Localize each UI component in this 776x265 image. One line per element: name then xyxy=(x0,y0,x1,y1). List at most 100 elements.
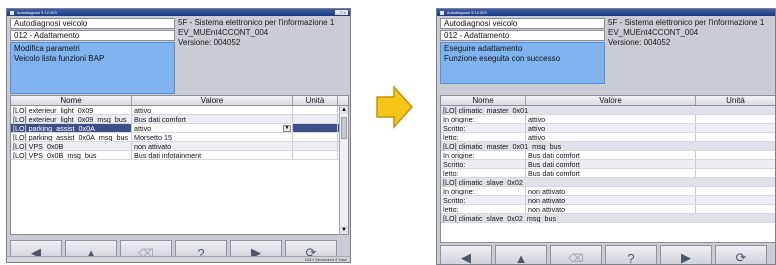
right-result-table: Nome Valore Unità [LO] climatic_master_0… xyxy=(440,95,775,243)
row-unit xyxy=(293,142,338,150)
row-value: Bus dati comfort xyxy=(526,160,696,168)
ecu-name: 5F - Sistema elettronico per l'informazi… xyxy=(178,18,335,27)
row-unit xyxy=(293,124,338,132)
scroll-down-icon[interactable]: ▼ xyxy=(340,226,348,234)
group-row[interactable]: [LO] climatic_slave_0x02_msg_bus xyxy=(441,214,775,223)
forward-button[interactable]: ▶ xyxy=(660,245,712,265)
help-button[interactable]: ? xyxy=(605,245,657,265)
back-button[interactable]: ◀ xyxy=(440,245,492,265)
up-arrow-icon: ▲ xyxy=(514,250,528,265)
row-value: Morsetto 15 xyxy=(132,133,293,141)
row-value: non attivato xyxy=(132,142,293,150)
left-window-title: Autodiagnosi 9.12.003 xyxy=(16,10,57,15)
table-row[interactable]: letto: Bus dati comfort xyxy=(441,169,775,178)
row-unit xyxy=(293,106,338,114)
left-status-bar: 16/5 4 Simulazione 8 Trace xyxy=(7,256,350,262)
table-header: Nome Valore Unità xyxy=(441,96,775,106)
vertical-scrollbar[interactable]: ▲ ▼ xyxy=(339,106,348,234)
back-arrow-icon: ◀ xyxy=(461,250,471,265)
table-row[interactable]: [LO] VPS_0x0B_msg_bus Bus dati infotainm… xyxy=(11,151,348,160)
row-value: Bus dati comfort xyxy=(526,169,696,177)
table-row[interactable]: Scritto: Bus dati comfort xyxy=(441,160,775,169)
table-row[interactable]: letto: non attivato xyxy=(441,205,775,214)
row-unit xyxy=(696,124,775,132)
row-unit xyxy=(696,160,775,168)
ecu-software: EV_MUEnt4CCONT_004 xyxy=(608,28,699,37)
row-value: attivo xyxy=(134,124,152,132)
up-button[interactable]: ▲ xyxy=(495,245,547,265)
table-row[interactable]: letto: attivo xyxy=(441,133,775,142)
row-label: Scritto: xyxy=(441,124,526,132)
col-unita[interactable]: Unità xyxy=(696,96,775,105)
row-value: Bus dati infotainment xyxy=(132,151,293,159)
table-header: Nome Valore Unità xyxy=(11,96,348,106)
header-selected-box[interactable]: Eseguire adattamento Funzione eseguita c… xyxy=(440,42,605,84)
col-nome[interactable]: Nome xyxy=(441,96,526,105)
row-label: Scritto: xyxy=(441,196,526,204)
table-row[interactable]: In origine: Bus dati comfort xyxy=(441,151,775,160)
row-value: Bus dati comfort xyxy=(526,151,696,159)
row-value: attivo xyxy=(526,124,696,132)
group-title: [LO] climatic_slave_0x02_msg_bus xyxy=(443,214,557,222)
row-label: letto: xyxy=(441,169,526,177)
row-name: [LO] parking_assist_0x0A xyxy=(11,124,132,132)
header-box-1[interactable]: Autodiagnosi veicolo xyxy=(440,18,605,29)
row-name: [LO] exterieur_light_0x09 xyxy=(11,106,132,114)
group-title: [LO] climatic_master_0x01 xyxy=(443,106,529,114)
app-icon xyxy=(440,10,444,15)
table-row[interactable]: Scritto: non attivato xyxy=(441,196,775,205)
col-nome[interactable]: Nome xyxy=(11,96,132,105)
row-value: non attivato xyxy=(526,187,696,195)
row-label: letto: xyxy=(441,205,526,213)
scroll-up-icon[interactable]: ▲ xyxy=(340,106,348,114)
chevron-down-icon[interactable]: ▼ xyxy=(283,125,291,132)
table-row[interactable]: In origine: non attivato xyxy=(441,187,775,196)
row-label: In origine: xyxy=(441,187,526,195)
left-title-bar: Autodiagnosi 9.12.003 _ □ × xyxy=(7,9,350,16)
row-unit xyxy=(696,133,775,141)
row-unit xyxy=(696,187,775,195)
table-row[interactable]: [LO] parking_assist_0x0A_msg_bus Morsett… xyxy=(11,133,348,142)
row-unit xyxy=(293,133,338,141)
right-diagnostic-window: Autodiagnosi 9.12.003 Autodiagnosi veico… xyxy=(436,8,776,265)
table-row-selected[interactable]: [LO] parking_assist_0x0A attivo ▼ xyxy=(11,124,348,133)
header-box-2[interactable]: 012 - Adattamento xyxy=(10,30,175,41)
selected-line-1: Eseguire adattamento xyxy=(444,44,523,53)
row-unit xyxy=(696,115,775,123)
left-header-nav: Autodiagnosi veicolo 012 - Adattamento M… xyxy=(10,18,175,95)
row-name: [LO] exterieur_light_0x09_msg_bus xyxy=(11,115,132,123)
group-row[interactable]: [LO] climatic_master_0x01_msg_bus xyxy=(441,142,775,151)
table-row[interactable]: [LO] exterieur_light_0x09 attivo xyxy=(11,106,348,115)
row-unit xyxy=(696,196,775,204)
eraser-button[interactable]: ⌫ xyxy=(550,245,602,264)
header-box-2[interactable]: 012 - Adattamento xyxy=(440,30,605,41)
row-value: non attivato xyxy=(526,196,696,204)
row-value: non attivato xyxy=(526,205,696,213)
window-controls[interactable]: _ □ × xyxy=(334,10,348,15)
row-unit xyxy=(293,115,338,123)
ecu-version: Versione: 004052 xyxy=(608,38,671,47)
header-selected-box[interactable]: Modifica parametri Veicolo lista funzion… xyxy=(10,42,175,94)
col-unita[interactable]: Unità xyxy=(293,96,338,105)
selected-line-2: Funzione eseguita con successo xyxy=(444,54,561,63)
row-label: letto: xyxy=(441,133,526,141)
group-title: [LO] climatic_master_0x01_msg_bus xyxy=(443,142,562,150)
scroll-thumb[interactable] xyxy=(341,117,347,139)
header-box-1[interactable]: Autodiagnosi veicolo xyxy=(10,18,175,29)
group-row[interactable]: [LO] climatic_slave_0x02 xyxy=(441,178,775,187)
row-unit xyxy=(696,169,775,177)
value-dropdown[interactable]: attivo ▼ xyxy=(132,124,293,132)
group-row[interactable]: [LO] climatic_master_0x01 xyxy=(441,106,775,115)
col-valore[interactable]: Valore xyxy=(132,96,293,105)
table-row[interactable]: Scritto: attivo xyxy=(441,124,775,133)
refresh-icon: ⟳ xyxy=(735,250,747,265)
table-row[interactable]: [LO] VPS_0x0B non attivato xyxy=(11,142,348,151)
table-row[interactable]: [LO] exterieur_light_0x09_msg_bus Bus da… xyxy=(11,115,348,124)
col-valore[interactable]: Valore xyxy=(526,96,696,105)
row-value: attivo xyxy=(132,106,293,114)
table-row[interactable]: In origine: attivo xyxy=(441,115,775,124)
forward-arrow-icon: ▶ xyxy=(681,250,691,265)
refresh-button[interactable]: ⟳ xyxy=(715,245,767,265)
help-icon: ? xyxy=(627,250,635,265)
ecu-software: EV_MUEnt4CCONT_004 xyxy=(178,28,269,37)
